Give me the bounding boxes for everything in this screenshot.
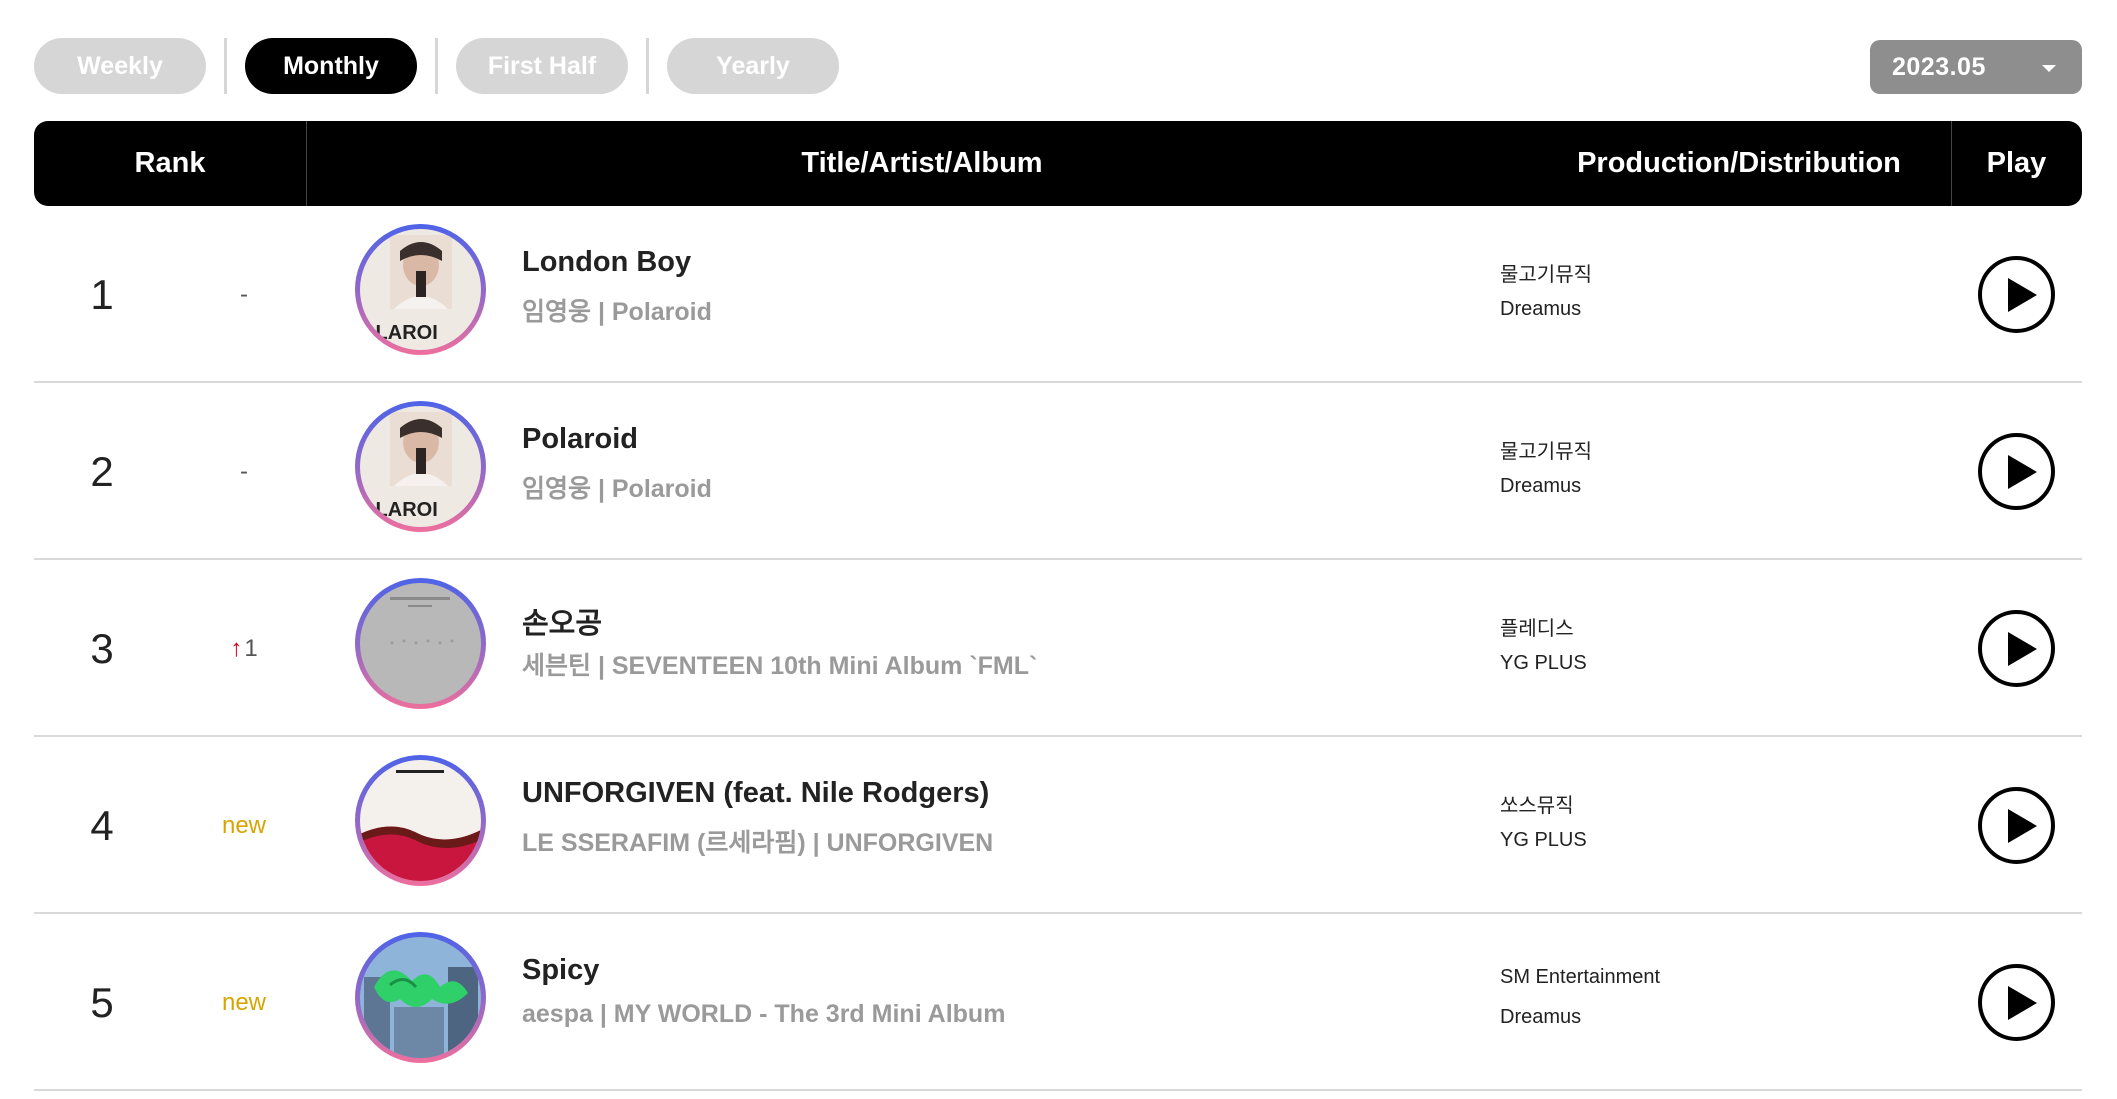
rank-number: 4: [90, 801, 114, 849]
song-title[interactable]: Spicy: [522, 954, 599, 987]
play-button[interactable]: [1978, 787, 2055, 864]
period-select-value: 2023.05: [1892, 52, 1986, 81]
svg-text:OLAROI: OLAROI: [360, 499, 438, 521]
production-company: 쏘스뮤직: [1500, 795, 1574, 817]
play-button[interactable]: [1978, 433, 2055, 510]
table-row: 5 new Spicy aespa | MY WORLD - The 3rd M…: [34, 914, 2082, 1091]
rank-change: -: [240, 280, 248, 308]
tab-divider: [224, 38, 227, 94]
tab-yearly[interactable]: Yearly: [667, 38, 839, 94]
tab-divider: [646, 38, 649, 94]
rank-change: -: [240, 457, 248, 485]
song-title[interactable]: Polaroid: [522, 423, 638, 456]
distribution-company: YG PLUS: [1500, 652, 1587, 674]
album-cover[interactable]: [355, 578, 486, 709]
play-icon: [2008, 986, 2037, 1020]
play-button[interactable]: [1978, 610, 2055, 687]
production-company: 플레디스: [1500, 618, 1574, 640]
rank-number: 2: [90, 447, 114, 495]
album-cover[interactable]: [355, 932, 486, 1063]
album-cover[interactable]: [355, 755, 486, 886]
rank-number: 1: [90, 270, 114, 318]
header-title: Title/Artist/Album: [801, 147, 1043, 179]
new-badge: new: [221, 988, 267, 1016]
tab-divider: [435, 38, 438, 94]
svg-text:OLAROI: OLAROI: [360, 322, 438, 344]
header-rank: Rank: [134, 147, 206, 179]
polaroid-album-cover-icon: OLAROI: [360, 406, 481, 527]
table-row: 4 new UNFORGIVEN (feat. Nile Rodgers) LE…: [34, 737, 2082, 914]
production-company: 물고기뮤직: [1500, 441, 1592, 463]
arrow-up-icon: ↑: [230, 634, 243, 662]
artist-album: 임영웅 | Polaroid: [522, 298, 712, 326]
chart-table-header: Rank Title/Artist/Album Production/Distr…: [34, 121, 2082, 206]
song-title[interactable]: UNFORGIVEN (feat. Nile Rodgers): [522, 777, 989, 810]
period-tabs: Weekly Monthly First Half Yearly: [34, 38, 839, 94]
album-cover[interactable]: OLAROI: [355, 224, 486, 355]
table-row: 3 ↑ 1 손오공 세븐틴 | SEVENTEEN 10th Mini Albu…: [34, 560, 2082, 737]
album-cover[interactable]: OLAROI: [355, 401, 486, 532]
song-title[interactable]: London Boy: [522, 246, 691, 279]
polaroid-album-cover-icon: OLAROI: [360, 229, 481, 350]
period-select[interactable]: 2023.05: [1870, 40, 2082, 94]
play-button[interactable]: [1978, 256, 2055, 333]
distribution-company: YG PLUS: [1500, 829, 1587, 851]
play-icon: [2008, 809, 2037, 843]
rank-change: ↑ 1: [204, 560, 284, 737]
new-badge: new: [221, 811, 267, 839]
artist-album: LE SSERAFIM (르세라핌) | UNFORGIVEN: [522, 829, 994, 857]
production-company: SM Entertainment: [1500, 966, 1661, 988]
song-title[interactable]: 손오공: [522, 600, 602, 642]
tab-weekly[interactable]: Weekly: [34, 38, 206, 94]
artist-album: 세븐틴 | SEVENTEEN 10th Mini Album `FML`: [522, 652, 1038, 680]
play-icon: [2008, 455, 2037, 489]
table-row: 2 - OLAROI Polaroid 임영웅 | Polaroid 물고기뮤직…: [34, 383, 2082, 560]
distribution-company: Dreamus: [1500, 475, 1582, 497]
artist-album: 임영웅 | Polaroid: [522, 475, 712, 503]
rank-number: 5: [90, 978, 114, 1026]
play-button[interactable]: [1978, 964, 2055, 1041]
rank-change-value: 1: [244, 634, 258, 662]
header-production: Production/Distribution: [1577, 147, 1901, 179]
production-company: 물고기뮤직: [1500, 264, 1592, 286]
distribution-company: Dreamus: [1500, 1006, 1582, 1028]
distribution-company: Dreamus: [1500, 298, 1582, 320]
tab-first-half[interactable]: First Half: [456, 38, 628, 94]
fml-album-cover-icon: [360, 583, 481, 704]
table-row: 1 - OLAROI London Boy 임영웅 | Polaroid 물고기…: [34, 206, 2082, 383]
play-icon: [2008, 632, 2037, 666]
rank-number: 3: [90, 624, 114, 672]
header-play: Play: [1986, 147, 2047, 179]
play-icon: [2008, 278, 2037, 312]
tab-monthly[interactable]: Monthly: [245, 38, 417, 94]
my-world-album-cover-icon: [360, 937, 481, 1058]
unforgiven-album-cover-icon: [360, 760, 481, 881]
chevron-down-icon: [2042, 65, 2056, 72]
artist-album: aespa | MY WORLD - The 3rd Mini Album: [522, 1000, 1006, 1028]
